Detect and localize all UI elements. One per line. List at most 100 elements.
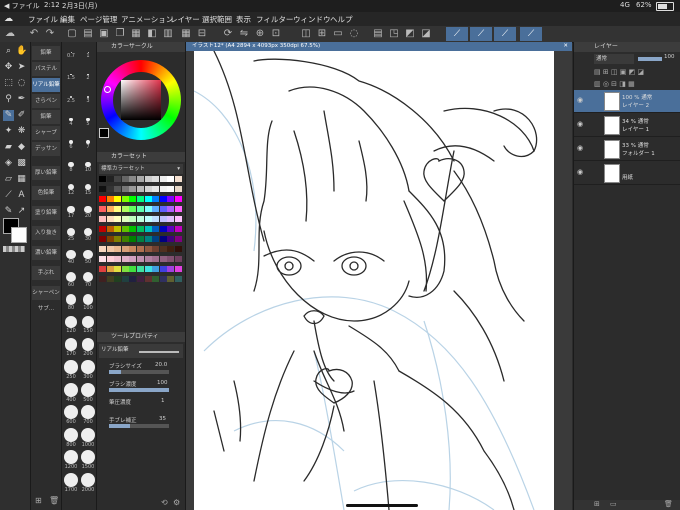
color-swatch[interactable]	[121, 186, 129, 192]
color-swatch[interactable]	[152, 206, 160, 212]
color-swatch[interactable]	[152, 256, 160, 262]
grid-icon[interactable]: ▦	[180, 28, 192, 40]
brush-size-preset[interactable]: 170	[63, 338, 79, 361]
brush-size-preset[interactable]: 50	[80, 249, 96, 271]
pencil-icon[interactable]: ✎	[3, 110, 14, 121]
color-swatch[interactable]	[106, 256, 114, 262]
color-swatch[interactable]	[144, 236, 152, 242]
color-swatch[interactable]	[159, 186, 167, 192]
color-swatch[interactable]	[167, 276, 175, 282]
brush-size-preset[interactable]: 1.5	[63, 69, 79, 91]
color-swatch[interactable]	[159, 246, 167, 252]
subtool-dessin[interactable]: デッサン	[32, 142, 60, 156]
subtool-mechanical[interactable]: シャーペン	[32, 286, 60, 300]
color-swatch[interactable]	[106, 246, 114, 252]
fg-color-chip[interactable]	[99, 128, 109, 138]
color-swatch[interactable]	[106, 176, 114, 182]
paste-icon[interactable]: ▦	[130, 28, 142, 40]
color-swatch[interactable]	[99, 256, 106, 262]
color-swatch[interactable]	[152, 236, 160, 242]
trash-icon[interactable]: 🗑	[49, 496, 59, 505]
fill-icon[interactable]: ◧	[146, 28, 158, 40]
color-swatch[interactable]	[114, 176, 122, 182]
menu-animation[interactable]: アニメーション	[121, 14, 173, 25]
subtool-sara-pen[interactable]: さらペン	[32, 94, 60, 108]
color-swatch[interactable]	[167, 266, 175, 272]
color-swatch[interactable]	[167, 246, 175, 252]
color-swatch[interactable]	[99, 176, 106, 182]
brush-size-slider[interactable]	[109, 370, 169, 374]
color-swatch[interactable]	[121, 256, 129, 262]
color-swatch[interactable]	[159, 216, 167, 222]
brush-size-row[interactable]: ブラシサイズ 20.0	[99, 362, 183, 376]
color-swatch[interactable]	[114, 226, 122, 232]
blend-icon[interactable]: ◆	[16, 142, 27, 153]
color-swatch[interactable]	[175, 256, 182, 262]
ruler-snap-1-icon[interactable]: ⟋	[446, 27, 468, 41]
canvas-icon[interactable]: ▥	[162, 28, 174, 40]
color-swatch[interactable]	[114, 236, 122, 242]
brush-size-preset[interactable]: 2.5	[63, 91, 79, 113]
color-swatch[interactable]	[159, 206, 167, 212]
subtool-pastel[interactable]: パステル	[32, 62, 60, 76]
color-swatch[interactable]	[129, 236, 137, 242]
color-swatch[interactable]	[129, 256, 137, 262]
color-swatch[interactable]	[137, 216, 144, 222]
color-swatch[interactable]	[137, 186, 144, 192]
opacity-slider[interactable]	[638, 57, 662, 61]
color-swatch[interactable]	[159, 256, 167, 262]
menu-view[interactable]: 表示	[236, 14, 251, 25]
eye-icon[interactable]: ◉	[577, 168, 583, 176]
color-swatch[interactable]	[175, 186, 182, 192]
menu-file[interactable]: ファイル	[28, 14, 58, 25]
settings-icon[interactable]: ⚙	[173, 498, 180, 507]
color-swatch[interactable]	[144, 216, 152, 222]
brush-size-preset[interactable]: 120	[63, 316, 79, 338]
color-swatch[interactable]	[114, 276, 122, 282]
brush-size-preset[interactable]: 600	[63, 405, 79, 428]
new-layer-icon[interactable]: ⊞	[594, 500, 600, 508]
layer-row[interactable]: ◉ 100 % 通常 レイヤー 2	[574, 90, 680, 113]
select-icon[interactable]: ⬚	[3, 78, 14, 89]
hue-marker[interactable]	[104, 86, 111, 93]
color-swatch[interactable]	[167, 176, 175, 182]
color-swatch[interactable]	[175, 266, 182, 272]
object-icon[interactable]: ➤	[16, 62, 27, 73]
brush-icon[interactable]: ✐	[16, 110, 27, 121]
brush-size-preset[interactable]: 12	[63, 181, 79, 203]
subtool-real-pencil[interactable]: リアル鉛筆	[32, 78, 60, 92]
color-swatch[interactable]	[152, 226, 160, 232]
color-swatch[interactable]	[152, 276, 160, 282]
brush-size-preset[interactable]: 250	[63, 360, 79, 383]
clip-icon[interactable]: ◪	[420, 28, 432, 40]
color-swatch[interactable]	[159, 276, 167, 282]
color-swatch[interactable]	[144, 276, 152, 282]
subtool-footer[interactable]: サブ...	[32, 302, 60, 316]
brush-size-preset[interactable]: 30	[80, 226, 96, 248]
color-swatch[interactable]	[152, 186, 160, 192]
fit-icon[interactable]: ⊡	[270, 28, 282, 40]
color-swatch[interactable]	[99, 266, 106, 272]
color-swatch[interactable]	[121, 226, 129, 232]
drawing-canvas[interactable]	[194, 51, 554, 510]
pen-icon[interactable]: ✒	[16, 94, 27, 105]
color-swatch[interactable]	[167, 216, 175, 222]
lasso-icon[interactable]: ◌	[16, 78, 27, 89]
color-swatch[interactable]	[129, 216, 137, 222]
reference-icon[interactable]: ◳	[388, 28, 400, 40]
brush-size-preset[interactable]: 80	[63, 294, 79, 316]
brush-size-preset[interactable]: 300	[80, 360, 96, 383]
color-swatch[interactable]	[121, 216, 129, 222]
ruler-icon[interactable]: ⟋	[3, 190, 14, 201]
color-swatch[interactable]	[137, 276, 144, 282]
color-swatch[interactable]	[175, 176, 182, 182]
layer-row[interactable]: ◉ 33 % 通常 フォルダー 1	[574, 138, 680, 161]
menu-selection[interactable]: 選択範囲	[202, 14, 232, 25]
color-swatch[interactable]	[175, 206, 182, 212]
reset-icon[interactable]: ⟲	[161, 498, 168, 507]
text-icon[interactable]: A	[16, 190, 27, 201]
color-swatch[interactable]	[121, 176, 129, 182]
color-swatch[interactable]	[159, 236, 167, 242]
subtool-taper[interactable]: 入り抜き	[32, 226, 60, 240]
menu-window[interactable]: ウィンドウ	[293, 14, 331, 25]
